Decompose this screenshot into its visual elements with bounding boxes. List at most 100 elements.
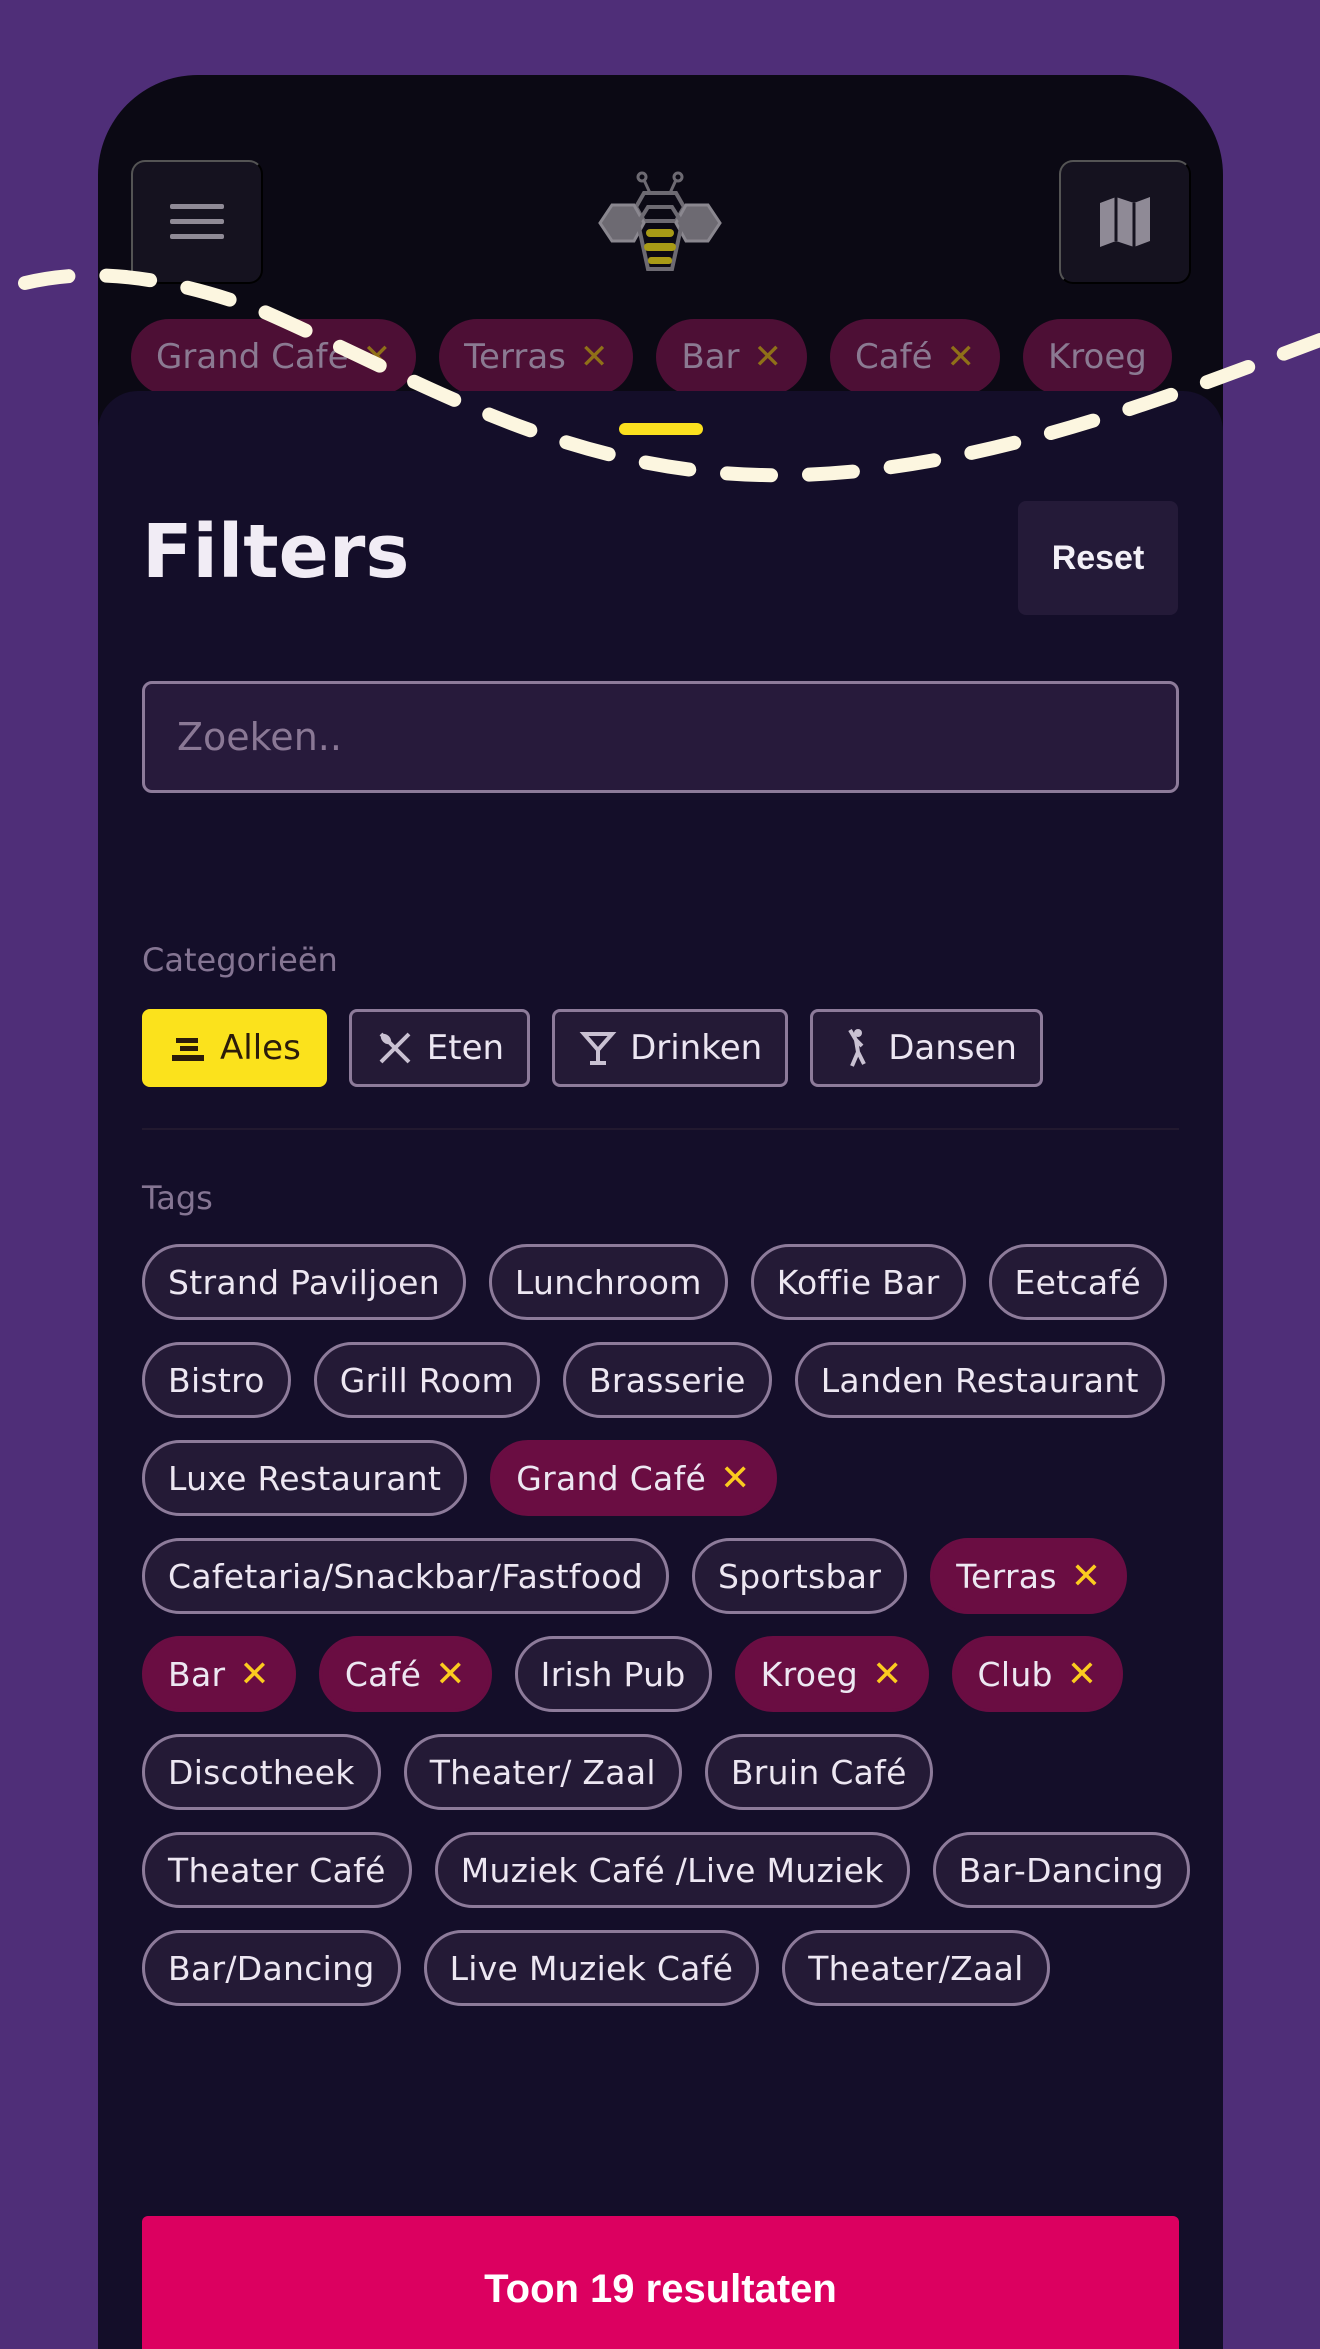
- category-label: Dansen: [888, 1028, 1017, 1068]
- tag-label: Koffie Bar: [776, 1262, 940, 1302]
- category-eten[interactable]: Eten: [348, 1009, 531, 1087]
- tag-label: Bar-Dancing: [958, 1850, 1164, 1890]
- dancer-icon: [848, 1028, 866, 1067]
- tag-label: Theater/ Zaal: [429, 1752, 656, 1792]
- active-filter-chip[interactable]: Bar ✕: [656, 319, 808, 395]
- cocktail-icon: [579, 1032, 617, 1065]
- tag-label: Bruin Café: [730, 1752, 907, 1792]
- tag-chip[interactable]: Koffie Bar: [750, 1244, 966, 1320]
- tag-label: Bistro: [168, 1360, 265, 1400]
- tag-chip[interactable]: Theater/ Zaal: [403, 1734, 682, 1810]
- tag-chip-selected[interactable]: Terras ✕: [930, 1538, 1128, 1614]
- search-input[interactable]: [142, 681, 1179, 793]
- menu-button[interactable]: [131, 160, 263, 284]
- tag-chip[interactable]: Muziek Café /Live Muziek: [434, 1832, 910, 1908]
- remove-icon[interactable]: ✕: [947, 337, 976, 377]
- tag-label: Kroeg: [760, 1654, 859, 1694]
- menu-icon: [170, 204, 224, 239]
- all-icon: [172, 1038, 204, 1061]
- tag-chip-selected[interactable]: Grand Café ✕: [490, 1440, 777, 1516]
- active-filter-chip[interactable]: Grand Café ✕: [131, 319, 417, 395]
- tag-chip[interactable]: Eetcafé: [988, 1244, 1167, 1320]
- active-filter-chip[interactable]: Terras ✕: [439, 319, 634, 395]
- tag-label: Muziek Café /Live Muziek: [460, 1850, 884, 1890]
- tag-label: Cafetaria/Snackbar/Fastfood: [168, 1556, 643, 1596]
- tag-label: Discotheek: [168, 1752, 355, 1792]
- chip-label: Bar: [681, 337, 740, 377]
- remove-icon[interactable]: ✕: [754, 337, 783, 377]
- fork-knife-icon: [379, 1032, 411, 1064]
- tag-label: Live Muziek Café: [449, 1948, 734, 1988]
- remove-icon[interactable]: ✕: [239, 1654, 269, 1695]
- category-label: Drinken: [630, 1028, 763, 1068]
- tag-chip[interactable]: Theater/Zaal: [782, 1930, 1050, 2006]
- tag-label: Theater Café: [168, 1850, 386, 1890]
- tag-label: Sportsbar: [717, 1556, 882, 1596]
- tags-list: Strand Paviljoen Lunchroom Koffie Bar Ee…: [142, 1244, 1192, 2006]
- tag-chip[interactable]: Brasserie: [562, 1342, 772, 1418]
- tag-chip[interactable]: Lunchroom: [488, 1244, 728, 1320]
- map-button[interactable]: [1059, 160, 1191, 284]
- tag-chip[interactable]: Bistro: [142, 1342, 291, 1418]
- tag-label: Lunchroom: [514, 1262, 702, 1302]
- remove-icon[interactable]: ✕: [720, 1458, 750, 1499]
- tag-label: Luxe Restaurant: [168, 1458, 442, 1498]
- remove-icon[interactable]: ✕: [580, 337, 609, 377]
- tag-chip[interactable]: Live Muziek Café: [423, 1930, 760, 2006]
- remove-icon[interactable]: ✕: [435, 1654, 465, 1695]
- active-filter-chip[interactable]: Kroeg: [1023, 319, 1172, 395]
- category-label: Alles: [220, 1028, 301, 1068]
- tag-chip[interactable]: Irish Pub: [514, 1636, 712, 1712]
- remove-icon[interactable]: ✕: [363, 337, 392, 377]
- tag-chip[interactable]: Bar-Dancing: [932, 1832, 1190, 1908]
- tag-chip[interactable]: Sportsbar: [691, 1538, 908, 1614]
- tag-label: Bar: [168, 1654, 226, 1694]
- tag-chip-selected[interactable]: Kroeg ✕: [734, 1636, 929, 1712]
- tag-label: Strand Paviljoen: [168, 1262, 440, 1302]
- section-divider: [142, 1128, 1179, 1130]
- category-alles[interactable]: Alles: [142, 1009, 327, 1087]
- tag-chip[interactable]: Theater Café: [142, 1832, 412, 1908]
- reset-button[interactable]: Reset: [1018, 501, 1178, 615]
- tag-label: Brasserie: [588, 1360, 746, 1400]
- tag-chip-selected[interactable]: Bar ✕: [142, 1636, 296, 1712]
- tag-chip[interactable]: Bruin Café: [704, 1734, 933, 1810]
- active-filters-row: Grand Café ✕ Terras ✕ Bar ✕ Café ✕ Kroeg: [131, 319, 1172, 395]
- remove-icon[interactable]: ✕: [872, 1654, 902, 1695]
- tag-label: Eetcafé: [1014, 1262, 1141, 1302]
- page-title: Filters: [142, 509, 410, 595]
- category-dansen[interactable]: Dansen: [810, 1009, 1043, 1087]
- tag-label: Irish Pub: [540, 1654, 686, 1694]
- tag-label: Landen Restaurant: [820, 1360, 1139, 1400]
- tag-chip[interactable]: Bar/Dancing: [142, 1930, 401, 2006]
- tag-chip[interactable]: Landen Restaurant: [794, 1342, 1165, 1418]
- chip-label: Grand Café: [156, 337, 349, 377]
- show-results-button[interactable]: Toon 19 resultaten: [142, 2216, 1179, 2349]
- tag-chip[interactable]: Grill Room: [313, 1342, 540, 1418]
- remove-icon[interactable]: ✕: [1071, 1556, 1101, 1597]
- map-icon: [1100, 197, 1150, 247]
- active-filter-chip[interactable]: Café ✕: [830, 319, 1000, 395]
- tag-chip[interactable]: Discotheek: [142, 1734, 381, 1810]
- tag-label: Bar/Dancing: [168, 1948, 375, 1988]
- tag-chip-selected[interactable]: Café ✕: [318, 1636, 492, 1712]
- tag-chip-selected[interactable]: Club ✕: [951, 1636, 1124, 1712]
- categories-row: Alles Eten Drinken Dansen: [142, 1009, 1043, 1087]
- tag-label: Terras: [956, 1556, 1057, 1596]
- tag-chip[interactable]: Cafetaria/Snackbar/Fastfood: [142, 1538, 669, 1614]
- tag-label: Club: [977, 1654, 1053, 1694]
- tags-label: Tags: [142, 1179, 213, 1217]
- remove-icon[interactable]: ✕: [1067, 1654, 1097, 1695]
- chip-label: Café: [855, 337, 933, 377]
- category-drinken[interactable]: Drinken: [552, 1009, 789, 1087]
- phone-screen: Grand Café ✕ Terras ✕ Bar ✕ Café ✕ Kroeg…: [98, 75, 1223, 2349]
- sheet-handle[interactable]: [619, 423, 703, 435]
- tag-label: Grand Café: [516, 1458, 707, 1498]
- bee-logo: [594, 171, 726, 279]
- tag-chip[interactable]: Strand Paviljoen: [142, 1244, 466, 1320]
- tag-chip[interactable]: Luxe Restaurant: [142, 1440, 468, 1516]
- category-label: Eten: [426, 1028, 505, 1068]
- filters-sheet: Filters Reset Categorieën Alles Eten: [98, 391, 1223, 2349]
- tag-label: Theater/Zaal: [808, 1948, 1024, 1988]
- tag-label: Café: [344, 1654, 422, 1694]
